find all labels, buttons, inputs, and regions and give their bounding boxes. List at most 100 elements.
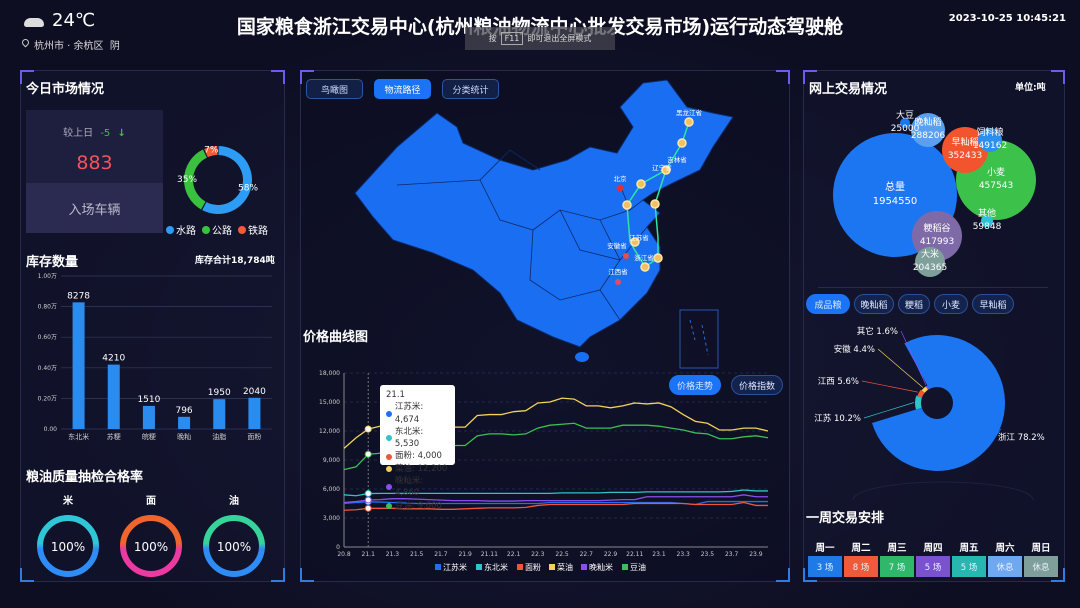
bar-晚籼 — [178, 416, 191, 429]
legend-item: 水路 — [166, 222, 196, 237]
bar-value-label: 4210 — [102, 354, 125, 364]
map-label: 安徽省 — [607, 241, 627, 250]
bubble-饲料粮: 饲料粮 149162 — [973, 128, 1007, 152]
inset-islands — [689, 319, 709, 356]
route-node — [677, 138, 687, 148]
legend-item: 公路 — [202, 222, 232, 237]
y-tick-label: 1.00万 — [38, 273, 57, 280]
price-button-价格指数[interactable]: 价格指数 — [731, 375, 783, 395]
f11-key: F11 — [500, 32, 524, 45]
compare-line: 较上日 -5 ↓ — [26, 124, 163, 139]
route-node — [653, 253, 663, 263]
map-label: 辽宁省 — [652, 163, 672, 172]
tooltip-row: 豆油: 9,600 — [386, 500, 449, 512]
legend-swatch-东北米 — [476, 564, 482, 570]
day-schedule-周日[interactable]: 休息 — [1024, 556, 1058, 577]
x-tick-label: 20.8 — [337, 551, 351, 558]
legend-swatch-菜油 — [549, 564, 555, 570]
bar-value-label: 1510 — [137, 395, 160, 405]
market-title: 今日市场情况 — [26, 82, 105, 97]
tooltip-row: 东北米: 5,530 — [386, 426, 449, 451]
weather-text: 阴 — [109, 41, 120, 52]
donut-label: 35% — [177, 175, 197, 185]
quality-value: 100% — [217, 540, 251, 554]
y-tick-label: 0.60万 — [38, 334, 57, 341]
corner-decor — [1051, 70, 1065, 84]
day-label-周二: 周二 — [851, 543, 871, 554]
quality-value: 100% — [134, 540, 168, 554]
arrow-down-icon: ↓ — [117, 128, 126, 139]
bubble-name: 大米 — [920, 250, 939, 261]
series-dot-icon — [386, 453, 392, 460]
day-label-周四: 周四 — [923, 543, 943, 554]
legend-label: 铁路 — [248, 226, 268, 237]
vehicle-count: 883 — [76, 152, 113, 174]
day-label-周日: 周日 — [1031, 543, 1051, 554]
bar-油脂 — [213, 399, 226, 429]
x-tick-label: 22.1 — [507, 551, 521, 558]
hover-point — [364, 425, 372, 433]
x-tick-label: 21.9 — [458, 551, 472, 558]
tooltip-value: 面粉: 4,000 — [395, 451, 442, 462]
day-schedule-周一[interactable]: 3 场 — [808, 556, 842, 577]
online-tab-早籼稻[interactable]: 早籼稻 — [972, 294, 1014, 314]
series-dot-icon — [386, 502, 392, 509]
bubble-value: 204365 — [912, 263, 948, 273]
x-tick-label: 22.11 — [626, 551, 643, 558]
bubble-name: 其他 — [978, 209, 997, 220]
tooltip-value: 江苏米: 4,674 — [394, 402, 424, 425]
map-tab-分类统计[interactable]: 分类统计 — [442, 79, 499, 99]
bubble-name: 小麦 — [986, 168, 1005, 179]
map-label: 浙江省 — [634, 253, 654, 262]
x-tick-label: 23.1 — [652, 551, 666, 558]
tooltip-row: 面粉: 4,000 — [386, 450, 449, 462]
day-schedule-周六[interactable]: 休息 — [988, 556, 1022, 577]
map-tab-鸟瞰图[interactable]: 鸟瞰图 — [306, 79, 363, 99]
online-tab-小麦[interactable]: 小麦 — [934, 294, 968, 314]
chart-tooltip: 21.1 江苏米: 4,674 东北米: 5,530 面粉: 4,000 菜油: 12… — [380, 385, 455, 511]
vehicle-label: 入场车辆 — [26, 183, 163, 233]
x-tick-label: 22.5 — [555, 551, 569, 558]
day-schedule-周五[interactable]: 5 场 — [952, 556, 986, 577]
y-tick-label: 6,000 — [323, 486, 340, 493]
bar-皖粳 — [142, 405, 155, 429]
bubble-value: 1954550 — [872, 196, 918, 207]
bubble-name: 饲料粮 — [976, 128, 1004, 139]
datetime: 2023-10-25 10:45:21 — [948, 13, 1066, 24]
day-schedule-周二[interactable]: 8 场 — [844, 556, 878, 577]
divider — [818, 287, 1048, 288]
label-leader-line — [861, 380, 918, 393]
y-tick-label: 0 — [336, 544, 340, 551]
y-tick-label: 0.40万 — [38, 365, 57, 372]
compare-label: 较上日 — [63, 128, 94, 139]
online-tab-晚籼稻[interactable]: 晚籼稻 — [854, 294, 894, 314]
cloud-icon — [24, 18, 44, 27]
transport-legend: 水路 公路 铁路 — [166, 222, 268, 237]
hint-pre: 按 — [488, 34, 497, 43]
online-tab-粳稻[interactable]: 粳稻 — [898, 294, 930, 314]
price-button-价格走势[interactable]: 价格走势 — [669, 375, 721, 395]
legend-label: 公路 — [212, 226, 232, 237]
legend-swatch-晚籼米 — [581, 564, 587, 570]
map-label: 北京 — [614, 174, 628, 183]
tooltip-row: 菜油: 12,200 — [386, 463, 449, 475]
x-tick-label: 皖粳 — [142, 432, 156, 441]
bubble-value: 457543 — [978, 181, 1014, 191]
china-logistics-map[interactable]: 黑龙江省吉林省辽宁省北京江苏省安徽省浙江省江西省 — [300, 70, 790, 380]
online-tab-成品粮[interactable]: 成品粮 — [806, 294, 850, 314]
legend-swatch-豆油 — [622, 564, 628, 570]
day-schedule-周三[interactable]: 7 场 — [880, 556, 914, 577]
bubble-大豆: 大豆 25000 — [891, 111, 920, 134]
quality-name: 油 — [229, 494, 239, 507]
quality-name: 米 — [63, 494, 74, 507]
map-tab-物流路径[interactable]: 物流路径 — [374, 79, 431, 99]
route-node — [640, 262, 650, 272]
series-dot-icon — [386, 465, 392, 472]
day-schedule-周四[interactable]: 5 场 — [916, 556, 950, 577]
tooltip-title: 21.1 — [386, 390, 405, 400]
x-tick-label: 东北米 — [68, 432, 89, 441]
location: 杭州市 · 余杭区 — [34, 41, 104, 52]
bubble-大米: 大米 204365 — [912, 247, 948, 277]
temperature: 24℃ — [52, 10, 96, 31]
tooltip-row: 晚籼米: 4,860 — [386, 475, 449, 500]
